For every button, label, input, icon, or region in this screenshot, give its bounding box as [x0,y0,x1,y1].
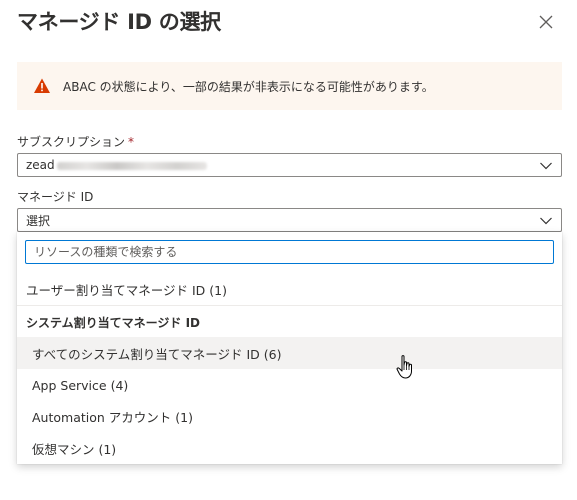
warning-icon [34,78,50,93]
option-user-assigned[interactable]: ユーザー割り当てマネージド ID (1) [17,273,562,305]
warning-text: ABAC の状態により、一部の結果が非表示になる可能性があります。 [63,79,434,94]
subscription-label-text: サブスクリプション [17,135,126,149]
subscription-label: サブスクリプション * [17,133,134,150]
close-button[interactable] [534,10,558,34]
resource-type-search[interactable] [25,240,554,264]
managed-id-dropdown-panel: ユーザー割り当てマネージド ID (1) システム割り当てマネージド ID すべ… [17,232,562,464]
subscription-value-text: zead [26,158,55,172]
managed-id-dropdown[interactable]: 選択 [17,208,562,232]
redacted-text [56,161,207,170]
chevron-down-icon[interactable] [539,214,553,228]
warning-banner: ABAC の状態により、一部の結果が非表示になる可能性があります。 [17,62,562,110]
panel-title: マネージド ID の選択 [17,10,221,34]
subscription-dropdown[interactable]: zead [17,153,562,177]
option-virtual-machine[interactable]: 仮想マシン (1) [17,432,562,464]
managed-id-label: マネージド ID [17,190,94,204]
search-input[interactable] [26,241,553,263]
option-all-system-assigned[interactable]: すべてのシステム割り当てマネージド ID (6) [17,337,562,369]
managed-id-value: 選択 [26,213,51,228]
option-automation-account[interactable]: Automation アカウント (1) [17,400,562,432]
subscription-value: zead [26,158,207,172]
option-app-service[interactable]: App Service (4) [17,369,562,401]
group-header-system-assigned: システム割り当てマネージド ID [26,315,201,330]
required-mark: * [128,135,135,149]
chevron-down-icon[interactable] [539,159,553,173]
close-icon[interactable] [534,10,558,34]
